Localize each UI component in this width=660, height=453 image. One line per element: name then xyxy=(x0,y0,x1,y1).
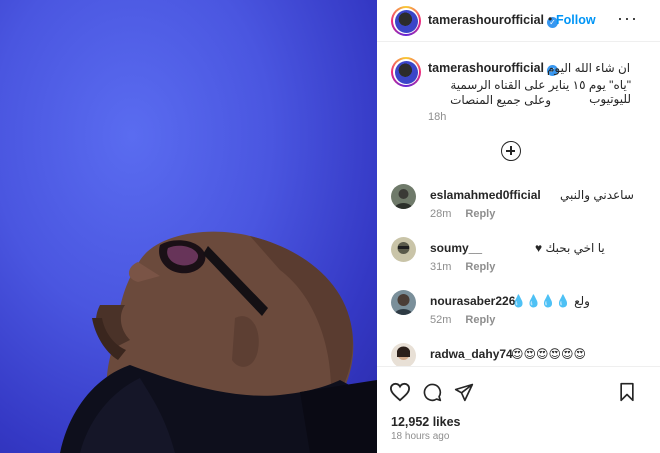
comment-item: nourasaber226 ولع 💧💧💧💧 52m Reply xyxy=(377,290,660,340)
caption-line-1: ان شاء الله اليوم xyxy=(547,61,631,75)
post-photo-art xyxy=(60,231,377,453)
author-avatar[interactable] xyxy=(391,6,421,36)
commenter-avatar[interactable] xyxy=(391,237,416,262)
likes-count[interactable]: 12,952 likes xyxy=(391,415,461,429)
comment-time: 28m xyxy=(430,208,452,220)
post-side-panel: tamerashourofficial ✓ • Follow ··· tamera… xyxy=(377,0,660,453)
share-icon[interactable] xyxy=(454,382,474,402)
comment-meta: 52m Reply xyxy=(430,314,509,326)
bookmark-icon[interactable] xyxy=(618,382,636,402)
more-options-icon[interactable]: ··· xyxy=(617,8,638,29)
commenter-avatar[interactable] xyxy=(391,343,416,368)
caption-username[interactable]: tamerashourofficial xyxy=(428,61,544,75)
comment-item: soumy__ يا اخي بحبك ♥ 31m Reply xyxy=(377,237,660,287)
caption-username-link[interactable]: tamerashourofficial ✓ xyxy=(428,61,559,76)
comment-text: يا اخي بحبك ♥ xyxy=(535,241,605,255)
post-time-ago: 18 hours ago xyxy=(391,431,450,442)
comment-meta: 28m Reply xyxy=(430,208,509,220)
reply-button[interactable]: Reply xyxy=(465,261,495,273)
caption-avatar[interactable] xyxy=(391,57,421,87)
comment-text: ولع 💧💧💧💧 xyxy=(511,294,590,308)
post-header: tamerashourofficial ✓ • Follow ··· xyxy=(377,0,660,42)
commenter-username[interactable]: radwa_dahy74 xyxy=(430,347,513,361)
comment-text: 😍😍😍😍😍😍 xyxy=(511,347,587,361)
comment-item: eslamahmed0fficial ساعدني والنبي 28m Repl… xyxy=(377,184,660,234)
comment-time: 31m xyxy=(430,261,452,273)
commenter-username[interactable]: soumy__ xyxy=(430,241,482,255)
comment-icon[interactable] xyxy=(422,382,442,402)
commenter-avatar[interactable] xyxy=(391,290,416,315)
caption-time: 18h xyxy=(428,111,447,123)
reply-button[interactable]: Reply xyxy=(465,314,495,326)
comment-text: ساعدني والنبي xyxy=(560,188,634,202)
post-photo[interactable] xyxy=(0,0,377,453)
author-username-link[interactable]: tamerashourofficial ✓ xyxy=(428,13,559,28)
author-username[interactable]: tamerashourofficial xyxy=(428,13,544,27)
comment-time: 52m xyxy=(430,314,452,326)
caption-line-3: وعلى جميع المنصات xyxy=(450,93,551,107)
action-bar xyxy=(377,366,660,414)
load-more-comments-icon[interactable] xyxy=(501,141,521,161)
commenter-username[interactable]: nourasaber226 xyxy=(430,294,515,308)
separator-dot: • xyxy=(548,12,553,26)
commenter-avatar[interactable] xyxy=(391,184,416,209)
reply-button[interactable]: Reply xyxy=(465,208,495,220)
commenter-username[interactable]: eslamahmed0fficial xyxy=(430,188,541,202)
heart-icon[interactable] xyxy=(389,382,411,402)
comment-meta: 31m Reply xyxy=(430,261,509,273)
follow-button[interactable]: Follow xyxy=(556,13,596,27)
